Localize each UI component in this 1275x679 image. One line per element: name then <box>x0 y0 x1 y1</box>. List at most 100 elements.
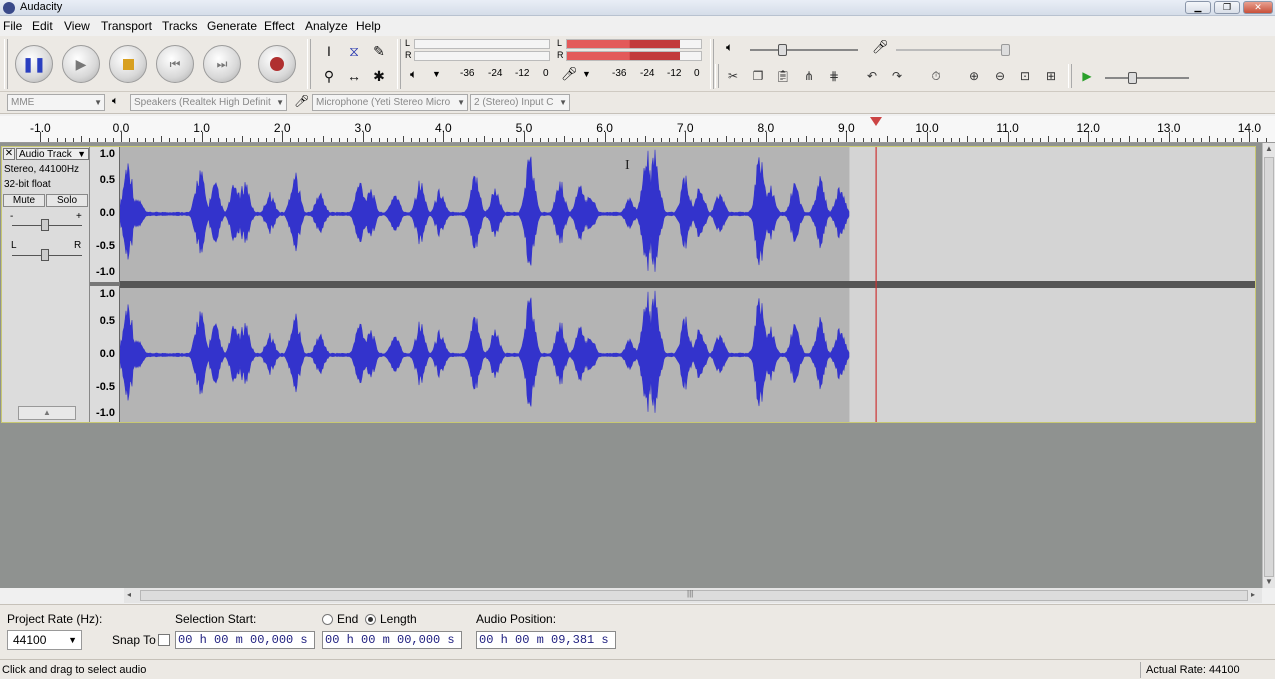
waveform-clip-area[interactable]: I <box>120 147 1255 422</box>
play-at-speed-button[interactable]: ▶ <box>1076 66 1098 86</box>
scroll-down-icon[interactable]: ▼ <box>1265 577 1273 586</box>
paste-button[interactable]: 📋︎ <box>772 66 794 86</box>
collapse-track-button[interactable]: ▲ <box>18 406 76 420</box>
zoom-in-button[interactable]: ⊕ <box>963 66 985 86</box>
project-rate-select[interactable]: 44100 ▼ <box>7 630 82 650</box>
ruler-tick-mark <box>419 138 421 142</box>
scroll-up-icon[interactable]: ▲ <box>1265 144 1273 153</box>
menu-view[interactable]: View <box>64 19 90 33</box>
snap-to-label: Snap To <box>112 633 156 647</box>
solo-button[interactable]: Solo <box>46 194 88 207</box>
ruler-tick-mark <box>1015 138 1017 142</box>
close-window-button[interactable]: ✕ <box>1243 1 1273 14</box>
copy-button[interactable]: ❐ <box>747 66 769 86</box>
cut-button[interactable]: ✂ <box>722 66 744 86</box>
record-button[interactable] <box>258 45 296 83</box>
timeshift-tool-button[interactable]: ↔ <box>343 65 365 87</box>
vertical-scrollbar[interactable]: ▲ ▼ <box>1262 143 1275 588</box>
playback-meter-menu-icon[interactable]: ▼ <box>432 69 441 79</box>
status-bar: Click and drag to select audio Actual Ra… <box>0 659 1275 679</box>
undo-button[interactable]: ↶ <box>861 66 883 86</box>
playback-device-select[interactable]: Speakers (Realtek High Definit ▼ <box>130 94 287 111</box>
menu-file[interactable]: File <box>3 19 22 33</box>
playback-meter-right[interactable] <box>414 51 550 61</box>
toolbar-grip[interactable] <box>4 39 8 89</box>
pan-slider-thumb[interactable] <box>41 249 49 261</box>
playback-volume-slider[interactable] <box>750 49 858 51</box>
gain-slider-thumb[interactable] <box>41 219 49 231</box>
redo-button[interactable]: ↷ <box>886 66 908 86</box>
ruler-tick-mark <box>209 138 211 142</box>
playback-meter-left[interactable] <box>414 39 550 49</box>
fit-project-button[interactable]: ⊞ <box>1040 66 1062 86</box>
toolbar-grip[interactable] <box>710 39 714 89</box>
minimize-button[interactable]: ▁ <box>1185 1 1211 14</box>
length-radio[interactable] <box>365 614 376 625</box>
silence-audio-button[interactable]: ⋕ <box>823 66 845 86</box>
ruler-tick-mark <box>935 138 937 142</box>
draw-tool-button[interactable]: ✎ <box>368 40 390 62</box>
play-button[interactable]: ▶ <box>62 45 100 83</box>
envelope-tool-button[interactable]: ⧖ <box>343 40 365 62</box>
pause-button[interactable]: ❚❚ <box>15 45 53 83</box>
play-speed-thumb[interactable] <box>1128 72 1137 84</box>
record-volume-slider[interactable] <box>896 49 1006 51</box>
multi-tool-button[interactable]: ✱ <box>368 65 390 87</box>
menu-effect[interactable]: Effect <box>264 19 294 33</box>
selection-start-time[interactable]: 00 h 00 m 00,000 s <box>175 631 315 649</box>
selection-tool-button[interactable]: I <box>318 40 340 62</box>
recording-device-select[interactable]: Microphone (Yeti Stereo Micro ▼ <box>312 94 468 111</box>
zoom-tool-button[interactable]: ⚲ <box>318 65 340 87</box>
menu-tracks[interactable]: Tracks <box>162 19 198 33</box>
zoom-out-button[interactable]: ⊖ <box>989 66 1011 86</box>
toolbar-grip[interactable] <box>307 39 311 89</box>
timeline-ruler[interactable]: -1.0 0.0 1.0 2.0 3.0 4.0 5.0 6.0 7.0 8.0 9.0 10.0 11… <box>0 116 1275 143</box>
ruler-tick-mark <box>1039 138 1041 142</box>
ruler-tick-mark <box>121 132 122 142</box>
menu-help[interactable]: Help <box>356 19 381 33</box>
selection-start-label: Selection Start: <box>175 612 257 626</box>
ruler-tick-mark <box>96 138 98 142</box>
record-volume-thumb[interactable] <box>1001 44 1010 56</box>
track-close-button[interactable]: ✕ <box>3 148 15 160</box>
menu-generate[interactable]: Generate <box>207 19 257 33</box>
ruler-tick-mark <box>967 136 969 142</box>
end-radio[interactable] <box>322 614 333 625</box>
stop-button[interactable] <box>109 45 147 83</box>
ruler-tick-mark <box>1096 138 1098 142</box>
i-beam-icon: I <box>327 43 331 59</box>
play-speed-slider[interactable] <box>1105 77 1189 79</box>
toolbar-grip[interactable] <box>1068 64 1072 88</box>
menu-transport[interactable]: Transport <box>101 19 152 33</box>
skip-to-start-button[interactable]: ⏮ <box>156 45 194 83</box>
trim-audio-button[interactable]: ⋔ <box>798 66 820 86</box>
scroll-left-icon[interactable]: ◂ <box>127 590 131 599</box>
sync-lock-button[interactable]: ⏱ <box>925 66 947 86</box>
record-meter-menu-icon[interactable]: ▼ <box>582 69 591 79</box>
record-meter-left[interactable] <box>566 39 702 49</box>
menu-edit[interactable]: Edit <box>32 19 53 33</box>
menu-analyze[interactable]: Analyze <box>305 19 348 33</box>
horizontal-scrollbar[interactable]: ◂ ||| ▸ <box>124 588 1262 603</box>
track-name-menu[interactable]: Audio Track ▼ <box>16 148 89 160</box>
fit-selection-button[interactable]: ⊡ <box>1014 66 1036 86</box>
vertical-scroll-thumb[interactable] <box>1264 157 1274 577</box>
selection-length-time[interactable]: 00 h 00 m 00,000 s <box>322 631 462 649</box>
toolbar-grip[interactable] <box>397 39 401 89</box>
record-meter-right[interactable] <box>566 51 702 61</box>
ruler-tick-mark <box>258 138 260 142</box>
toolbar-grip[interactable] <box>715 64 719 88</box>
snap-to-checkbox[interactable] <box>158 634 170 646</box>
skip-to-end-button[interactable]: ⏭ <box>203 45 241 83</box>
playback-volume-thumb[interactable] <box>778 44 787 56</box>
horizontal-scroll-thumb[interactable]: ||| <box>140 589 1248 601</box>
recording-channels-select[interactable]: 2 (Stereo) Input C ▼ <box>470 94 570 111</box>
ruler-tick-mark <box>822 138 824 142</box>
ruler-tick-mark <box>927 132 928 142</box>
audio-host-select[interactable]: MME ▼ <box>7 94 105 111</box>
scroll-right-icon[interactable]: ▸ <box>1251 590 1255 599</box>
maximize-button[interactable]: ❐ <box>1214 1 1240 14</box>
mute-button[interactable]: Mute <box>3 194 45 207</box>
audio-position-time[interactable]: 00 h 00 m 09,381 s <box>476 631 616 649</box>
vertical-amplitude-scale[interactable]: 1.0 0.5 0.0 -0.5 -1.0 1.0 0.5 0.0 -0.5 -… <box>90 147 120 422</box>
